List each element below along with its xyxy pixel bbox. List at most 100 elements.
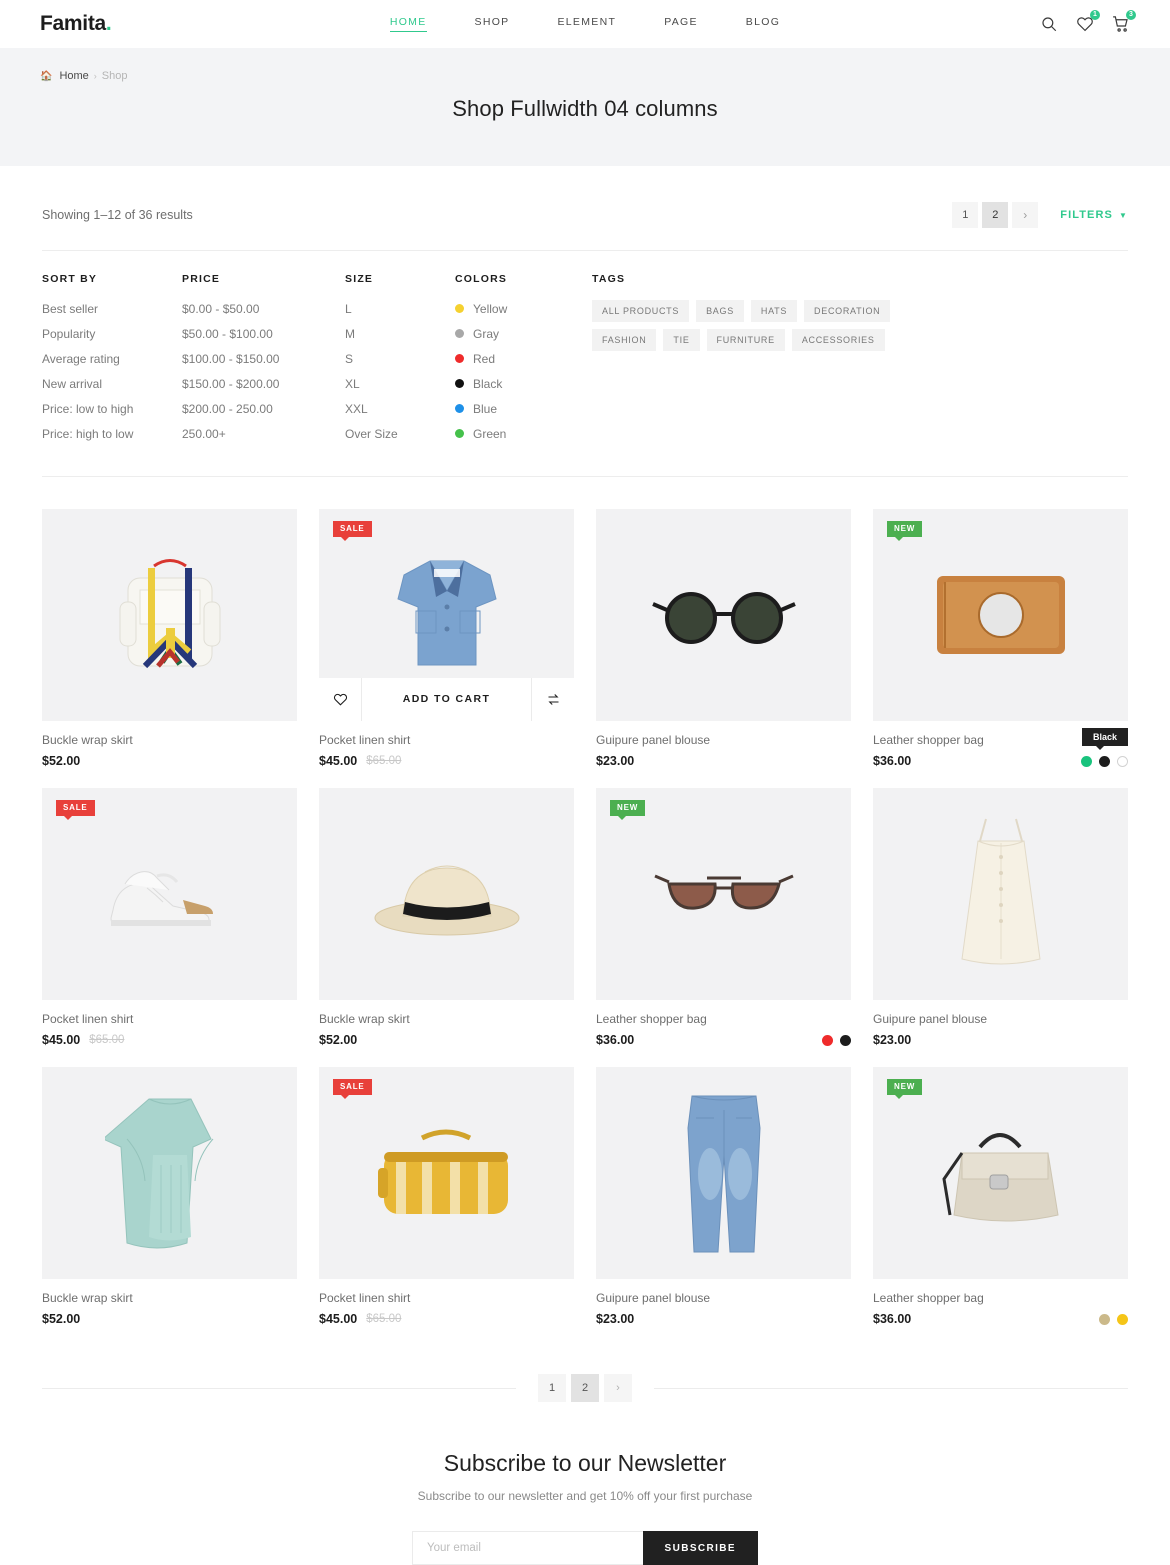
product-title[interactable]: Pocket linen shirt: [319, 1291, 574, 1305]
compare-icon[interactable]: [532, 678, 574, 721]
top-page-next[interactable]: ›: [1012, 202, 1039, 228]
product-color-swatch-0[interactable]: [1081, 756, 1092, 767]
nav-item-blog[interactable]: BLOG: [746, 16, 780, 32]
color-option-blue[interactable]: Blue: [455, 402, 497, 416]
tag-accessories[interactable]: ACCESSORIES: [791, 329, 885, 351]
product-card[interactable]: Guipure panel blouse $23.00: [596, 509, 851, 768]
product-thumbnail[interactable]: NEW: [873, 509, 1128, 721]
color-option-gray[interactable]: Gray: [455, 327, 499, 341]
tag-all-products[interactable]: ALL PRODUCTS: [592, 300, 690, 322]
tag-bags[interactable]: BAGS: [696, 300, 744, 322]
sort-option-price-low-high[interactable]: Price: low to high: [42, 402, 133, 416]
size-option-s[interactable]: S: [345, 352, 353, 366]
product-color-swatch-0[interactable]: [1099, 1314, 1110, 1325]
product-thumbnail[interactable]: NEW: [596, 788, 851, 1000]
product-card[interactable]: SALE Pocket linen shirt $45.00 $65.00: [42, 788, 297, 1047]
product-card[interactable]: SALE Pocket linen shirt $45.00 $65.00: [319, 1067, 574, 1326]
product-thumbnail[interactable]: [319, 788, 574, 1000]
nav-item-home[interactable]: HOME: [389, 16, 427, 32]
product-card[interactable]: Guipure panel blouse $23.00: [873, 788, 1128, 1047]
product-title[interactable]: Leather shopper bag: [873, 1291, 1128, 1305]
product-thumbnail[interactable]: NEW: [873, 1067, 1128, 1279]
product-color-swatches: [822, 1035, 851, 1046]
filters-toggle-button[interactable]: FILTERS ▼: [1060, 209, 1128, 221]
sort-option-new-arrival[interactable]: New arrival: [42, 377, 102, 391]
nav-item-page[interactable]: PAGE: [664, 16, 698, 32]
product-thumbnail[interactable]: SALE ADD TO CART: [319, 509, 574, 721]
color-option-black[interactable]: Black: [455, 377, 502, 391]
breadcrumb-home[interactable]: Home: [59, 70, 88, 82]
product-title[interactable]: Leather shopper bag: [596, 1012, 851, 1026]
product-title[interactable]: Pocket linen shirt: [319, 733, 574, 747]
product-card[interactable]: NEW Leather shopper bag $36.00 Black: [873, 509, 1128, 768]
wishlist-icon[interactable]: 1: [1076, 10, 1100, 33]
newsletter-email-input[interactable]: [412, 1531, 643, 1565]
product-thumbnail[interactable]: [596, 509, 851, 721]
color-option-red[interactable]: Red: [455, 352, 495, 366]
color-dot-icon: [455, 354, 464, 363]
product-card[interactable]: Buckle wrap skirt $52.00: [42, 1067, 297, 1326]
tag-hats[interactable]: HATS: [750, 300, 798, 322]
product-title[interactable]: Pocket linen shirt: [42, 1012, 297, 1026]
product-title[interactable]: Guipure panel blouse: [596, 1291, 851, 1305]
tag-fashion[interactable]: FASHION: [592, 329, 657, 351]
product-title[interactable]: Guipure panel blouse: [596, 733, 851, 747]
product-card[interactable]: SALE ADD TO CART Pocket linen shirt $45.…: [319, 509, 574, 768]
cart-icon[interactable]: 3: [1112, 10, 1136, 33]
nav-item-shop[interactable]: SHOP: [475, 16, 510, 32]
size-option-xxl[interactable]: XXL: [345, 402, 368, 416]
top-page-2[interactable]: 2: [982, 202, 1009, 228]
tag-decoration[interactable]: DECORATION: [804, 300, 891, 322]
product-card[interactable]: Buckle wrap skirt $52.00: [42, 509, 297, 768]
add-to-cart-button[interactable]: ADD TO CART: [361, 678, 532, 721]
product-card[interactable]: Guipure panel blouse $23.00: [596, 1067, 851, 1326]
product-color-swatch-1[interactable]: [840, 1035, 851, 1046]
tag-furniture[interactable]: FURNITURE: [706, 329, 785, 351]
site-logo[interactable]: Famita.: [40, 12, 112, 36]
price-option-3[interactable]: $150.00 - $200.00: [182, 377, 279, 391]
size-option-xl[interactable]: XL: [345, 377, 360, 391]
subscribe-button[interactable]: SUBSCRIBE: [642, 1531, 758, 1565]
wishlist-icon[interactable]: [319, 678, 361, 721]
product-color-swatch-0[interactable]: [822, 1035, 833, 1046]
size-option-l[interactable]: L: [345, 302, 352, 316]
product-thumbnail[interactable]: [42, 509, 297, 721]
color-option-green[interactable]: Green: [455, 427, 506, 441]
sort-option-price-high-low[interactable]: Price: high to low: [42, 427, 133, 441]
product-title[interactable]: Buckle wrap skirt: [319, 1012, 574, 1026]
top-page-1[interactable]: 1: [952, 202, 979, 228]
product-thumbnail[interactable]: SALE: [42, 788, 297, 1000]
sort-option-popularity[interactable]: Popularity: [42, 327, 95, 341]
bottom-page-2[interactable]: 2: [571, 1374, 599, 1402]
bottom-page-1[interactable]: 1: [538, 1374, 566, 1402]
price-option-4[interactable]: $200.00 - 250.00: [182, 402, 273, 416]
price-option-0[interactable]: $0.00 - $50.00: [182, 302, 259, 316]
color-option-yellow[interactable]: Yellow: [455, 302, 507, 316]
breadcrumb-separator: ›: [93, 71, 97, 81]
product-color-swatch-1[interactable]: [1117, 1314, 1128, 1325]
product-color-swatch-1[interactable]: [1099, 756, 1110, 767]
product-thumbnail[interactable]: [42, 1067, 297, 1279]
nav-item-element[interactable]: ELEMENT: [557, 16, 616, 32]
product-title[interactable]: Buckle wrap skirt: [42, 733, 297, 747]
product-old-price: $65.00: [366, 755, 402, 767]
sort-option-average-rating[interactable]: Average rating: [42, 352, 120, 366]
tag-tie[interactable]: TIE: [663, 329, 700, 351]
product-thumbnail[interactable]: SALE: [319, 1067, 574, 1279]
search-icon[interactable]: [1040, 15, 1058, 33]
product-title[interactable]: Guipure panel blouse: [873, 1012, 1128, 1026]
product-thumbnail[interactable]: [596, 1067, 851, 1279]
size-option-m[interactable]: M: [345, 327, 355, 341]
product-card[interactable]: NEW Leather shopper bag $36.00: [596, 788, 851, 1047]
size-option-over-size[interactable]: Over Size: [345, 427, 398, 441]
bottom-page-next[interactable]: ›: [604, 1374, 632, 1402]
product-card[interactable]: NEW Leather shopper bag $36.00: [873, 1067, 1128, 1326]
price-option-2[interactable]: $100.00 - $150.00: [182, 352, 279, 366]
price-option-5[interactable]: 250.00+: [182, 427, 226, 441]
product-card[interactable]: Buckle wrap skirt $52.00: [319, 788, 574, 1047]
product-thumbnail[interactable]: [873, 788, 1128, 1000]
product-color-swatch-2[interactable]: [1117, 756, 1128, 767]
price-option-1[interactable]: $50.00 - $100.00: [182, 327, 273, 341]
sort-option-best-seller[interactable]: Best seller: [42, 302, 98, 316]
product-title[interactable]: Buckle wrap skirt: [42, 1291, 297, 1305]
